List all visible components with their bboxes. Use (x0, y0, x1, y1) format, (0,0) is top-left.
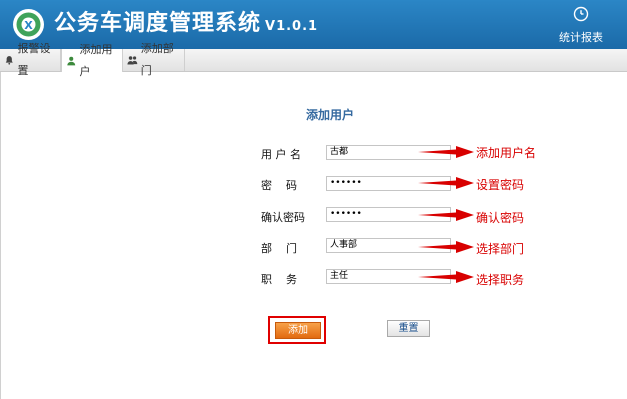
app-title: 公务车调度管理系统 V1.0.1 (54, 11, 318, 40)
stats-report-label: 统计报表 (559, 31, 603, 44)
add-button-highlight: 添加 (268, 316, 326, 344)
red-arrow-icon (418, 241, 474, 253)
bell-icon (5, 56, 13, 65)
username-label: 用 户 名 (261, 148, 301, 161)
tab-bar: 报警设置 添加用户 添加部门 (0, 42, 627, 78)
user-icon (67, 56, 76, 65)
red-arrow-icon (418, 177, 474, 189)
form-title: 添加用户 (306, 108, 355, 122)
department-label: 部 门 (261, 242, 297, 255)
position-label: 职 务 (261, 273, 297, 286)
add-user-form: 添加用户 用 户 名 古都 添加用户名 密 码 •••••• 设置密码 确认密码… (0, 72, 627, 399)
clock-icon (573, 6, 589, 22)
annotation-password: 设置密码 (476, 178, 525, 192)
annotation-position: 选择职务 (476, 273, 525, 287)
reset-button[interactable]: 重置 (387, 320, 430, 337)
app-title-text: 公务车调度管理系统 (54, 11, 262, 36)
confirm-password-label: 确认密码 (261, 211, 305, 224)
car-logo-icon: X (13, 9, 44, 40)
users-icon (127, 56, 138, 65)
svg-text:X: X (24, 19, 33, 32)
stats-report-button[interactable]: 统计报表 (553, 6, 609, 45)
annotation-confirm-password: 确认密码 (476, 211, 525, 225)
annotation-username: 添加用户名 (476, 146, 537, 160)
password-label: 密 码 (261, 179, 297, 192)
tab-add-user[interactable]: 添加用户 (61, 43, 123, 78)
red-arrow-icon (418, 271, 474, 283)
red-arrow-icon (418, 146, 474, 158)
tab-add-department[interactable]: 添加部门 (123, 42, 185, 77)
app-version: V1.0.1 (265, 19, 319, 34)
annotation-department: 选择部门 (476, 242, 525, 256)
tab-alarm-settings[interactable]: 报警设置 (0, 42, 61, 77)
red-arrow-icon (418, 209, 474, 221)
add-button[interactable]: 添加 (275, 322, 321, 339)
